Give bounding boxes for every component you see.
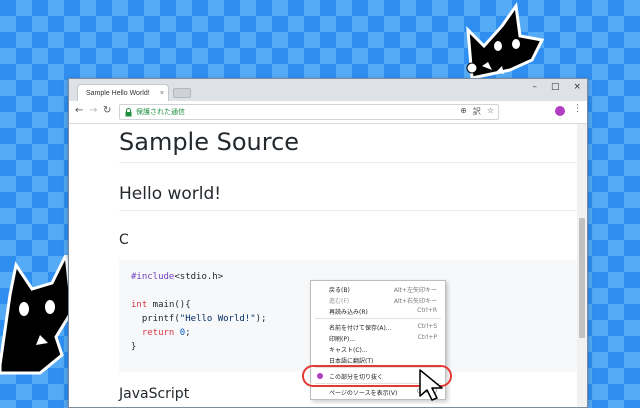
menu-item-shortcut: Alt+右矢印キー: [393, 298, 437, 305]
menu-item-label: キャスト(C)...: [329, 347, 368, 354]
code-token: main(){: [147, 300, 191, 310]
code-line: #include<stdio.h>: [131, 272, 223, 282]
scrollbar-thumb[interactable]: [579, 218, 585, 338]
translate-icon[interactable]: 訳: [473, 106, 481, 117]
reload-button[interactable]: ↻: [103, 105, 111, 116]
omnibox-icons: ⊕ 訳 ☆: [460, 106, 494, 117]
page-title: Sample Source: [119, 128, 300, 156]
window-controls: – □ ×: [532, 82, 581, 92]
browser-menu-icon[interactable]: ⋮: [573, 104, 582, 114]
address-bar[interactable]: 保護された通信 ⊕ 訳 ☆: [119, 104, 499, 120]
minimize-button[interactable]: –: [532, 82, 537, 92]
back-button[interactable]: ←: [75, 105, 83, 116]
bookmark-star-icon[interactable]: ☆: [487, 106, 494, 117]
menu-separator: [315, 318, 441, 319]
code-line: }: [131, 342, 136, 352]
tab-sample[interactable]: Sample Hello World! ×: [77, 84, 169, 101]
code-token: return: [141, 328, 175, 338]
code-token: "Hello World!": [179, 314, 256, 324]
browser-toolbar: ← → ↻ 保護された通信 ⊕ 訳 ☆ ⋮: [69, 101, 587, 124]
subsection-heading-c: C: [119, 232, 129, 248]
menu-item-label: 日本語に翻訳(T): [329, 358, 374, 365]
extension-icon[interactable]: [555, 106, 565, 116]
forward-button[interactable]: →: [89, 105, 97, 116]
menu-item-label: 名前を付けて保存(A)...: [329, 325, 392, 332]
close-window-button[interactable]: ×: [573, 82, 581, 92]
menu-item-shortcut: Ctrl+S: [417, 323, 437, 330]
lock-icon: [125, 108, 132, 117]
menu-item-shortcut: Ctrl+R: [417, 307, 437, 314]
code-token: #include: [131, 272, 175, 282]
code-token: printf(: [131, 314, 180, 324]
code-token: );: [255, 314, 267, 324]
secure-label: 保護された通信: [136, 108, 185, 116]
new-tab-button[interactable]: [173, 88, 191, 98]
code-line: printf("Hello World!");: [131, 314, 267, 324]
code-token: }: [131, 342, 137, 352]
section-heading: Hello world!: [119, 184, 222, 204]
title-divider: [119, 162, 577, 163]
code-line: int main(){: [131, 300, 191, 310]
scrollbar[interactable]: [577, 124, 587, 407]
menu-item-label: ページのソースを表示(V): [329, 390, 398, 397]
menu-item-label: 再読み込み(R): [329, 309, 368, 316]
context-menu-item[interactable]: 再読み込み(R) Ctrl+R: [311, 305, 445, 317]
menu-item-shortcut: Ctrl+P: [417, 334, 437, 341]
code-token: <stdio.h>: [174, 272, 224, 282]
section-divider: [119, 210, 577, 211]
menu-item-label: 印刷(P)...: [329, 336, 356, 343]
mouse-cursor-icon: [419, 369, 443, 401]
menu-item-label: 戻る(B): [329, 287, 350, 294]
title-bar: Sample Hello World! × – □ ×: [69, 79, 587, 101]
code-token: ;: [185, 328, 191, 338]
code-line: return 0;: [131, 328, 191, 338]
code-token: int: [131, 300, 148, 310]
zoom-icon[interactable]: ⊕: [460, 106, 467, 117]
cat-mascot-top-icon: [466, 1, 545, 80]
tab-close-icon[interactable]: ×: [160, 85, 164, 102]
tab-title: Sample Hello World!: [86, 90, 150, 97]
menu-item-shortcut: Alt+左矢印キー: [393, 287, 437, 294]
maximize-button[interactable]: □: [551, 82, 560, 92]
menu-item-label: 進む(F): [329, 298, 350, 305]
